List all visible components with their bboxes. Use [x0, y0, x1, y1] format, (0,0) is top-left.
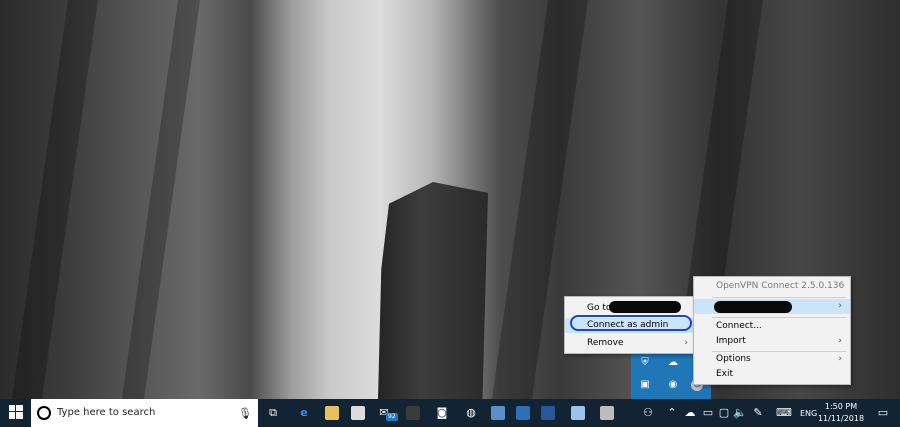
defender-icon[interactable]: ⛨ — [639, 357, 651, 369]
menu-item-import[interactable]: Import › — [694, 334, 850, 349]
menu-header: OpenVPN Connect 2.5.0.136 — [694, 279, 850, 294]
outlook-icon[interactable] — [515, 405, 531, 421]
menu-item-exit[interactable]: Exit — [694, 367, 850, 382]
menu-header-label: OpenVPN Connect 2.5.0.136 — [716, 281, 845, 291]
pen-icon[interactable]: ✎ — [750, 405, 766, 421]
microphone-icon[interactable]: 🎙 — [238, 407, 252, 420]
openvpn-taskbar-icon[interactable] — [570, 405, 586, 421]
chevron-right-icon: › — [838, 354, 842, 364]
edge-icon[interactable]: e — [296, 405, 312, 421]
menu-item-label: Go to — [587, 303, 612, 313]
menu-separator — [712, 317, 846, 318]
search-box[interactable]: Type here to search 🎙 — [31, 399, 258, 427]
profile-submenu: Go to Connect as admin Remove › — [564, 296, 697, 354]
menu-item-label: Connect... — [716, 321, 762, 331]
wallpaper-shade — [121, 0, 201, 399]
clock[interactable]: 1:50 PM 11/11/2018 — [815, 401, 867, 425]
network-tray-icon[interactable]: ☁ — [682, 405, 698, 421]
store-icon[interactable] — [350, 405, 366, 421]
menu-item-label: Options — [716, 354, 751, 364]
chevron-right-icon: › — [838, 336, 842, 346]
cortana-icon — [37, 406, 51, 420]
wallpaper-shade — [11, 0, 99, 399]
search-placeholder: Type here to search — [57, 407, 156, 418]
onedrive-icon[interactable]: ☁ — [667, 357, 679, 369]
keyboard-icon[interactable]: ⌨ — [776, 405, 792, 421]
redacted-text — [714, 301, 792, 313]
remote-desktop-icon[interactable] — [490, 405, 506, 421]
wallpaper-rock-pillar — [378, 182, 488, 399]
taskbar: Type here to search 🎙 ⧉ e ✉ 92 ◙ ◍ ⚇ ⌃ ☁… — [0, 399, 900, 427]
annotation-circle — [570, 315, 692, 331]
menu-item-label: Import — [716, 336, 746, 346]
camera-icon[interactable]: ◙ — [434, 405, 450, 421]
action-center-icon[interactable]: ▭ — [875, 405, 891, 421]
openvpn-context-menu: OpenVPN Connect 2.5.0.136 › Connect... I… — [693, 276, 851, 385]
menu-item-label: Remove — [587, 338, 624, 348]
clock-date: 11/11/2018 — [817, 414, 865, 423]
redacted-text — [609, 301, 681, 313]
mail-badge: 92 — [386, 413, 398, 421]
network-app-icon[interactable] — [599, 405, 615, 421]
menu-item-connect[interactable]: Connect... — [694, 319, 850, 334]
file-explorer-icon[interactable] — [324, 405, 340, 421]
word-icon[interactable] — [540, 405, 556, 421]
show-hidden-icons-chevron-up-icon[interactable]: ⌃ — [664, 405, 680, 421]
start-button[interactable] — [8, 405, 24, 421]
task-view-icon[interactable]: ⧉ — [265, 405, 281, 421]
people-icon[interactable]: ⚇ — [640, 405, 656, 421]
app-tray-icon[interactable]: ▣ — [639, 379, 651, 391]
clock-time: 1:50 PM — [824, 402, 858, 411]
volume-icon[interactable]: 🔈 — [732, 405, 748, 421]
sublime-icon[interactable] — [405, 405, 421, 421]
chevron-right-icon: › — [684, 338, 688, 348]
chrome-icon[interactable]: ◍ — [463, 405, 479, 421]
menu-item-options[interactable]: Options › — [694, 352, 850, 367]
display-icon[interactable]: ▢ — [716, 405, 732, 421]
menu-item-label: Exit — [716, 369, 734, 379]
battery-icon[interactable]: ▭ — [700, 405, 716, 421]
globe-icon[interactable]: ◉ — [667, 379, 679, 391]
windows-icon — [9, 405, 23, 419]
menu-separator — [712, 297, 846, 298]
menu-item-remove[interactable]: Remove › — [565, 336, 696, 351]
chevron-right-icon: › — [838, 301, 842, 311]
